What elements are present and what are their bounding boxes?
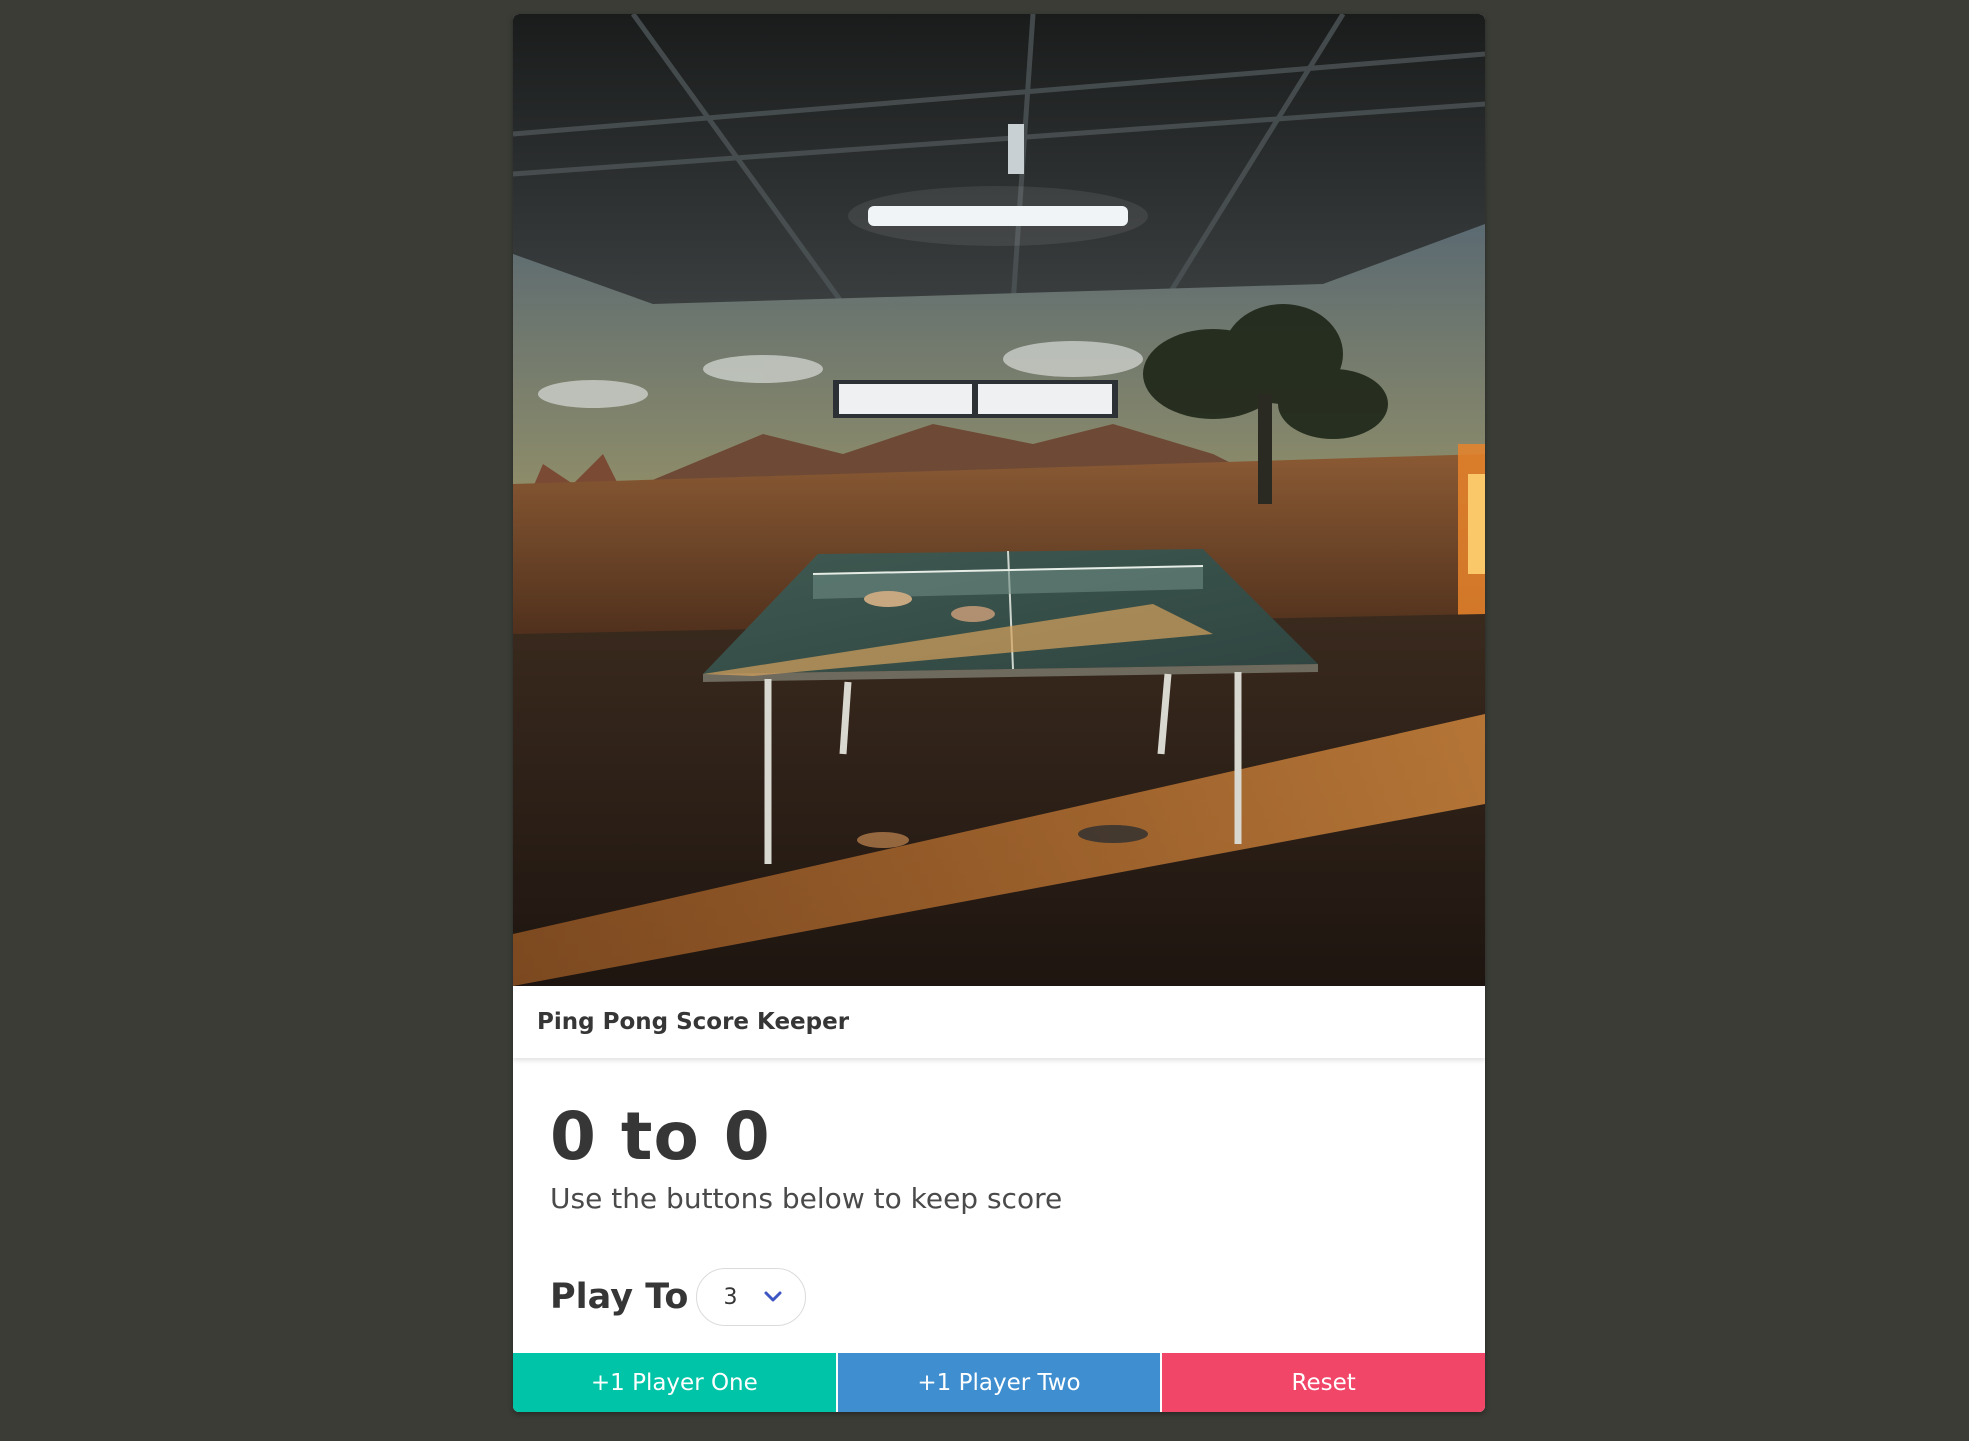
card-title: Ping Pong Score Keeper <box>537 1009 850 1035</box>
play-to-row: Play To 3 <box>550 1268 807 1326</box>
score-keeper-card: Ping Pong Score Keeper 0 to 0 Use the bu… <box>513 14 1485 1412</box>
score-display: 0 to 0 <box>550 1098 771 1175</box>
button-bar: +1 Player One +1 Player Two Reset <box>513 1353 1485 1412</box>
chevron-down-icon <box>763 1287 783 1311</box>
score-content: 0 to 0 Use the buttons below to keep sco… <box>550 1098 1450 1216</box>
play-to-label: Play To <box>550 1277 689 1317</box>
reset-button[interactable]: Reset <box>1162 1353 1485 1412</box>
card-header: Ping Pong Score Keeper <box>513 986 1485 1058</box>
score-subtitle: Use the buttons below to keep score <box>550 1182 1063 1215</box>
player-two-button[interactable]: +1 Player Two <box>837 1353 1161 1412</box>
play-to-selected-value: 3 <box>723 1284 738 1310</box>
player-one-button[interactable]: +1 Player One <box>513 1353 836 1412</box>
ping-pong-table-photo <box>513 14 1485 986</box>
play-to-select[interactable]: 3 <box>696 1268 807 1326</box>
